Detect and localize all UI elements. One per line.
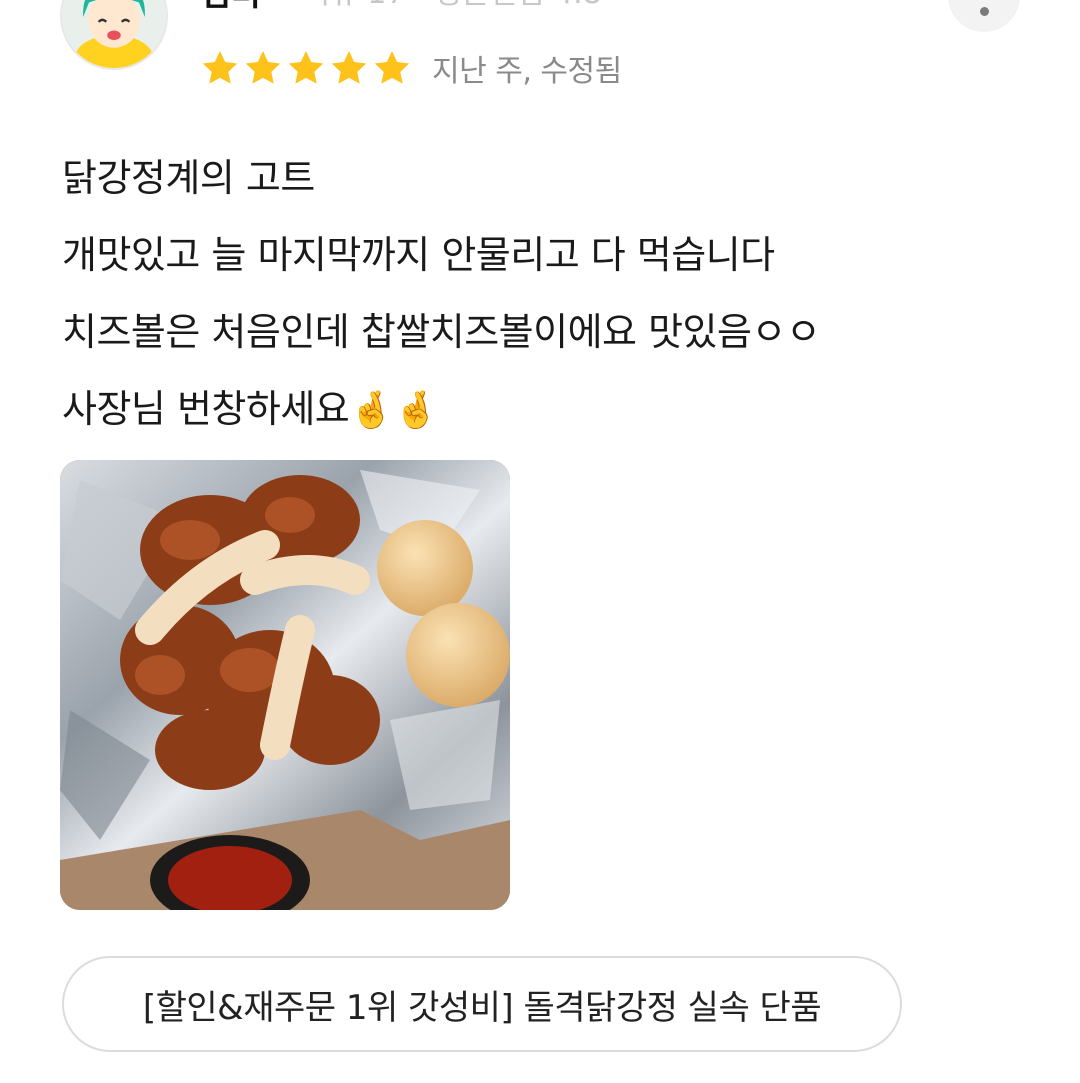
review-line: 치즈볼은 처음인데 찹쌀치즈볼이에요 맛있음ㅇㅇ (62, 310, 821, 354)
star-icon (288, 51, 324, 84)
more-options-button[interactable] (948, 0, 1020, 32)
star-icon (202, 51, 238, 84)
review-card: 김마 › 리뷰 17 · 평균별점 4.8 지난 주, 수정됨 닭강정계의 고트… (0, 0, 1080, 1083)
avatar-illustration-icon (62, 0, 166, 68)
review-line: 사장님 번창하세요🤞🤞 (62, 371, 1022, 449)
user-avatar[interactable] (60, 0, 168, 70)
ordered-menu-chip[interactable]: [할인&재주문 1위 갓성비] 돌격닭강정 실속 단품 (62, 956, 902, 1052)
review-text: 닭강정계의 고트 개맛있고 늘 마지막까지 안물리고 다 먹습니다 치즈볼은 처… (62, 140, 1022, 449)
review-photo-image (60, 460, 510, 910)
reviewer-name[interactable]: 김마 (200, 0, 263, 15)
star-icon (374, 51, 410, 84)
review-date: 지난 주, 수정됨 (432, 54, 622, 89)
star-icon (245, 51, 281, 84)
star-rating (200, 48, 412, 88)
rating-row: 지난 주, 수정됨 (200, 46, 622, 90)
review-line: 닭강정계의 고트 (62, 156, 315, 200)
more-vertical-icon (979, 7, 989, 16)
reviewer-info[interactable]: 김마 › 리뷰 17 · 평균별점 4.8 (200, 0, 602, 14)
review-line: 개맛있고 늘 마지막까지 안물리고 다 먹습니다 (62, 233, 775, 277)
crossed-fingers-icon: 🤞🤞 (349, 390, 438, 431)
chevron-right-icon: › (277, 0, 289, 8)
review-line-text: 사장님 번창하세요 (62, 387, 350, 431)
star-icon (331, 51, 367, 84)
review-photo[interactable] (60, 460, 510, 910)
reviewer-stats: 리뷰 17 · 평균별점 4.8 (303, 0, 602, 12)
